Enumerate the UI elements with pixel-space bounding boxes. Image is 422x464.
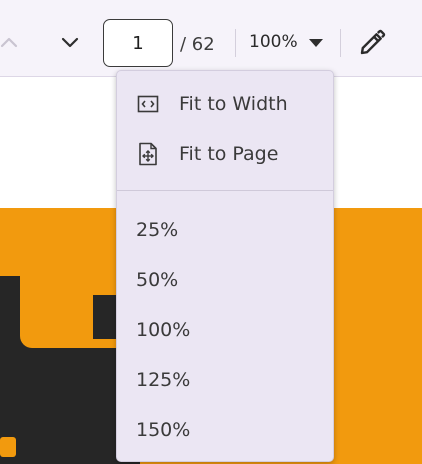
pdf-toolbar: / 62 100% — [0, 0, 422, 77]
zoom-option-label: 100% — [136, 319, 191, 341]
next-page-button[interactable] — [56, 28, 84, 56]
zoom-option-50[interactable]: 50% — [117, 262, 333, 298]
zoom-option-label: 25% — [136, 219, 179, 241]
zoom-option-label: 50% — [136, 269, 179, 291]
page-number-input[interactable] — [103, 19, 173, 67]
chevron-up-icon — [0, 37, 18, 48]
chevron-down-icon — [61, 37, 79, 48]
zoom-menu: Fit to Width Fit to Page 25% 50% 100% 12… — [116, 70, 334, 462]
zoom-option-150[interactable]: 150% — [117, 412, 333, 448]
fit-to-width-icon — [137, 93, 159, 115]
edit-button[interactable] — [357, 28, 387, 58]
zoom-option-25[interactable]: 25% — [117, 212, 333, 248]
toolbar-divider — [235, 29, 236, 57]
caret-down-icon — [308, 33, 324, 52]
zoom-value: 100% — [249, 32, 298, 52]
page-graphic-small-block — [0, 437, 16, 457]
zoom-option-label: 150% — [136, 419, 191, 441]
fit-to-page-label: Fit to Page — [179, 143, 279, 165]
pencil-icon — [360, 29, 386, 55]
previous-page-button[interactable] — [0, 28, 22, 56]
toolbar-divider — [340, 29, 341, 57]
zoom-option-label: 125% — [136, 369, 191, 391]
zoom-option-100[interactable]: 100% — [117, 312, 333, 348]
fit-to-width-option[interactable]: Fit to Width — [117, 86, 333, 122]
zoom-option-125[interactable]: 125% — [117, 362, 333, 398]
zoom-dropdown[interactable]: 100% — [249, 28, 324, 56]
page-total-label: / 62 — [180, 34, 215, 55]
fit-to-page-option[interactable]: Fit to Page — [117, 136, 333, 172]
fit-to-width-label: Fit to Width — [179, 93, 288, 115]
fit-to-page-icon — [137, 142, 159, 166]
page-graphic-bar — [93, 295, 117, 339]
menu-divider — [117, 190, 333, 191]
